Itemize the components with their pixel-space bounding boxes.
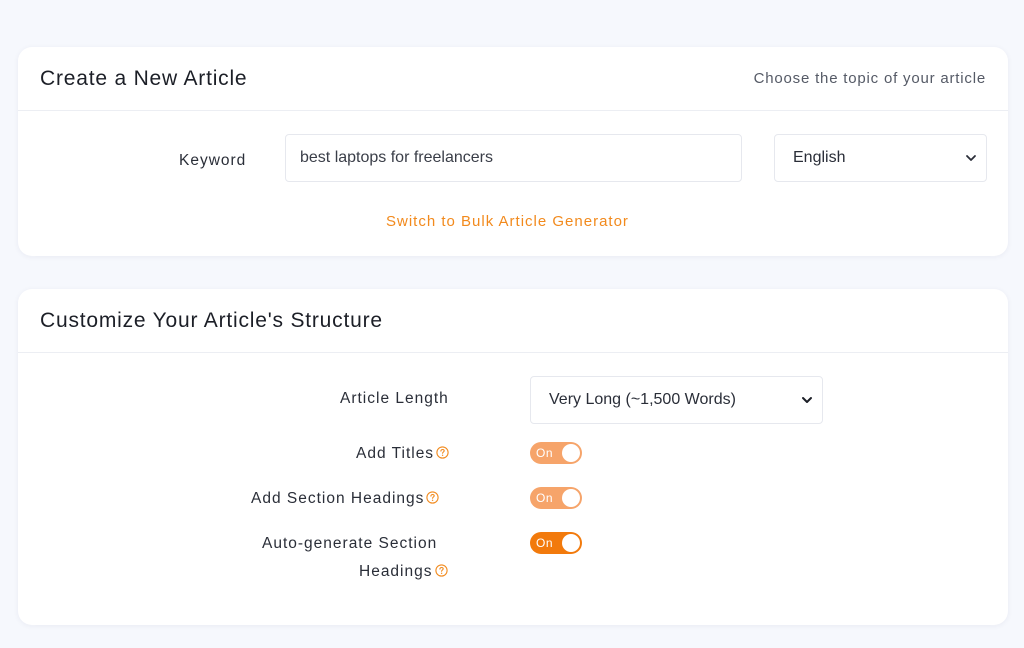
create-article-title: Create a New Article	[40, 66, 248, 90]
chevron-down-icon	[966, 155, 976, 161]
add-section-headings-label: Add Section Headings	[251, 490, 440, 508]
article-length-value: Very Long (~1,500 Words)	[549, 391, 736, 408]
structure-header: Customize Your Article's Structure	[18, 289, 1008, 353]
structure-title: Customize Your Article's Structure	[40, 308, 383, 332]
help-circle-icon[interactable]	[436, 446, 449, 459]
structure-card: Customize Your Article's Structure Artic…	[18, 289, 1008, 625]
help-circle-icon[interactable]	[434, 564, 448, 577]
auto-generate-headings-label-line1: Auto-generate Section	[262, 535, 438, 552]
toggle-knob	[562, 444, 580, 462]
add-section-headings-text: Add Section Headings	[251, 490, 425, 507]
add-section-headings-toggle-state: On	[536, 491, 554, 505]
bulk-generator-link[interactable]: Switch to Bulk Article Generator	[386, 213, 629, 230]
article-length-select[interactable]: Very Long (~1,500 Words)	[530, 376, 823, 424]
help-circle-icon[interactable]	[426, 491, 440, 504]
language-select-value: English	[793, 149, 846, 166]
toggle-knob	[562, 534, 580, 552]
add-titles-toggle-state: On	[536, 446, 554, 460]
auto-generate-headings-text: Headings	[359, 563, 433, 580]
add-titles-label: Add Titles	[356, 445, 449, 463]
create-article-card: Create a New Article Choose the topic of…	[18, 47, 1008, 256]
chevron-down-icon	[802, 397, 812, 403]
article-length-label: Article Length	[340, 390, 449, 407]
auto-generate-headings-toggle-state: On	[536, 536, 554, 550]
add-section-headings-toggle[interactable]: On	[530, 487, 582, 509]
add-titles-toggle[interactable]: On	[530, 442, 582, 464]
auto-generate-headings-label-line2: Headings	[359, 563, 448, 581]
keyword-input[interactable]: best laptops for freelancers	[285, 134, 742, 182]
toggle-knob	[562, 489, 580, 507]
create-article-header: Create a New Article Choose the topic of…	[18, 47, 1008, 111]
language-select[interactable]: English	[774, 134, 987, 182]
keyword-input-value: best laptops for freelancers	[300, 149, 493, 166]
topic-hint: Choose the topic of your article	[753, 70, 986, 87]
add-titles-text: Add Titles	[356, 445, 435, 462]
keyword-label: Keyword	[179, 152, 247, 169]
auto-generate-headings-toggle[interactable]: On	[530, 532, 582, 554]
